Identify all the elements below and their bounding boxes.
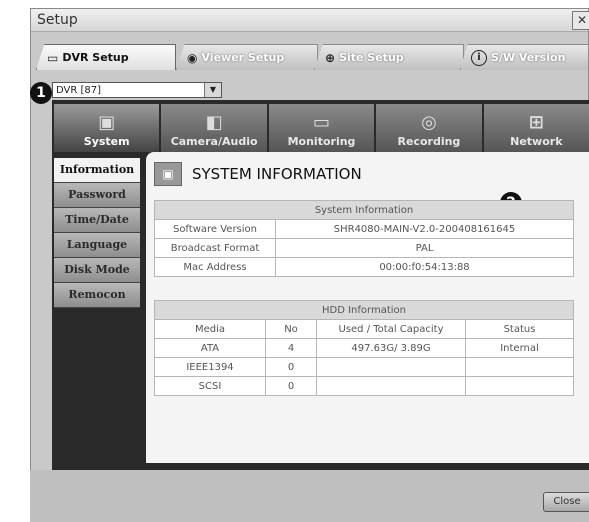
dvr-select[interactable]: DVR [87] ▼	[52, 82, 222, 98]
tab-label: S/W Version	[491, 51, 566, 64]
category-label: Network	[510, 135, 563, 148]
cell-capacity	[316, 376, 466, 396]
category-monitoring[interactable]: ▭ Monitoring	[268, 104, 375, 152]
row-value: 00:00:f0:54:13:88	[275, 257, 574, 277]
column-header: Media	[154, 319, 266, 339]
cell-capacity	[316, 357, 466, 377]
sidebar-item-remocon[interactable]: Remocon	[54, 283, 140, 308]
cell-no: 4	[265, 338, 317, 358]
table-row: Mac Address 00:00:f0:54:13:88	[154, 257, 574, 277]
row-value: PAL	[275, 238, 574, 258]
table-column-row: Media No Used / Total Capacity Status	[154, 319, 574, 339]
row-label: Broadcast Format	[154, 238, 276, 258]
cell-capacity: 497.63G/ 3.89G	[316, 338, 466, 358]
category-label: System	[83, 135, 130, 148]
hdd-info-table: HDD Information Media No Used / Total Ca…	[154, 300, 574, 396]
category-camera-audio[interactable]: ◧ Camera/Audio	[161, 104, 267, 152]
category-bar: ▣ System ◧ Camera/Audio ▭ Monitoring ◎ R…	[54, 104, 589, 152]
tab-label: Viewer Setup	[201, 51, 285, 64]
title-bar: Setup ✕	[31, 9, 589, 32]
table-row: ATA 4 497.63G/ 3.89G Internal	[154, 338, 574, 358]
window-title: Setup	[37, 12, 78, 28]
close-button[interactable]: Close	[543, 492, 589, 512]
sidebar-item-time-date[interactable]: Time/Date	[54, 208, 140, 233]
cell-media: IEEE1394	[154, 357, 266, 377]
content-panel: ▣ SYSTEM INFORMATION 2 System Informatio…	[146, 152, 589, 463]
category-label: Camera/Audio	[170, 135, 258, 148]
table-row: IEEE1394 0	[154, 357, 574, 377]
cell-no: 0	[265, 376, 317, 396]
system-info-header: System Information	[154, 200, 574, 220]
network-icon: ⊞	[528, 112, 544, 133]
row-value: SHR4080-MAIN-V2.0-200408161645	[275, 219, 574, 239]
category-label: Monitoring	[287, 135, 356, 148]
table-row: Broadcast Format PAL	[154, 238, 574, 258]
camera-icon: ◧	[205, 112, 223, 133]
sidebar-item-password[interactable]: Password	[54, 183, 140, 208]
table-row: Software Version SHR4080-MAIN-V2.0-20040…	[154, 219, 574, 239]
chevron-down-icon[interactable]: ▼	[204, 83, 221, 97]
sidebar-item-information[interactable]: Information	[54, 158, 140, 183]
category-system[interactable]: ▣ System	[54, 104, 160, 152]
table-header-row: System Information	[154, 200, 574, 220]
system-icon: ▣	[98, 112, 116, 133]
sidebar: Information Password Time/Date Language …	[54, 158, 140, 308]
tab-viewer-setup[interactable]: ◉ Viewer Setup	[176, 44, 318, 70]
dialog-footer: Close	[30, 470, 589, 522]
tab-sw-version[interactable]: i S/W Version	[460, 44, 589, 70]
category-recording[interactable]: ◎ Recording	[376, 104, 482, 152]
column-header: No	[265, 319, 317, 339]
sidebar-item-language[interactable]: Language	[54, 233, 140, 258]
table-row: SCSI 0	[154, 376, 574, 396]
globe-icon: ⊕	[325, 50, 336, 65]
cell-status	[465, 376, 574, 396]
cell-status	[465, 357, 574, 377]
content-header: ▣ SYSTEM INFORMATION	[154, 162, 362, 186]
monitor-icon: ▭	[313, 112, 331, 133]
page-title: SYSTEM INFORMATION	[192, 165, 362, 183]
system-info-icon: ▣	[154, 162, 182, 186]
tab-dvr-setup[interactable]: ▭ DVR Setup	[36, 44, 176, 70]
table-header-row: HDD Information	[154, 300, 574, 320]
dvr-select-value: DVR [87]	[56, 85, 102, 96]
cell-media: SCSI	[154, 376, 266, 396]
cell-no: 0	[265, 357, 317, 377]
dvr-icon: ▭	[47, 50, 59, 65]
info-icon: i	[471, 49, 487, 66]
tab-bar: ▭ DVR Setup ◉ Viewer Setup ⊕ Site Setup …	[36, 44, 589, 70]
cell-media: ATA	[154, 338, 266, 358]
tab-label: DVR Setup	[62, 51, 129, 64]
tab-label: Site Setup	[339, 51, 404, 64]
row-label: Software Version	[154, 219, 276, 239]
cell-status: Internal	[465, 338, 574, 358]
viewer-icon: ◉	[187, 50, 198, 65]
sidebar-item-disk-mode[interactable]: Disk Mode	[54, 258, 140, 283]
category-label: Recording	[397, 135, 461, 148]
column-header: Status	[465, 319, 574, 339]
column-header: Used / Total Capacity	[316, 319, 466, 339]
hdd-info-header: HDD Information	[154, 300, 574, 320]
system-info-table: System Information Software Version SHR4…	[154, 200, 574, 277]
tab-site-setup[interactable]: ⊕ Site Setup	[314, 44, 464, 70]
callout-badge-1: 1	[30, 82, 52, 104]
row-label: Mac Address	[154, 257, 276, 277]
close-icon[interactable]: ✕	[572, 11, 589, 30]
recording-icon: ◎	[421, 112, 437, 133]
category-network[interactable]: ⊞ Network	[483, 104, 589, 152]
